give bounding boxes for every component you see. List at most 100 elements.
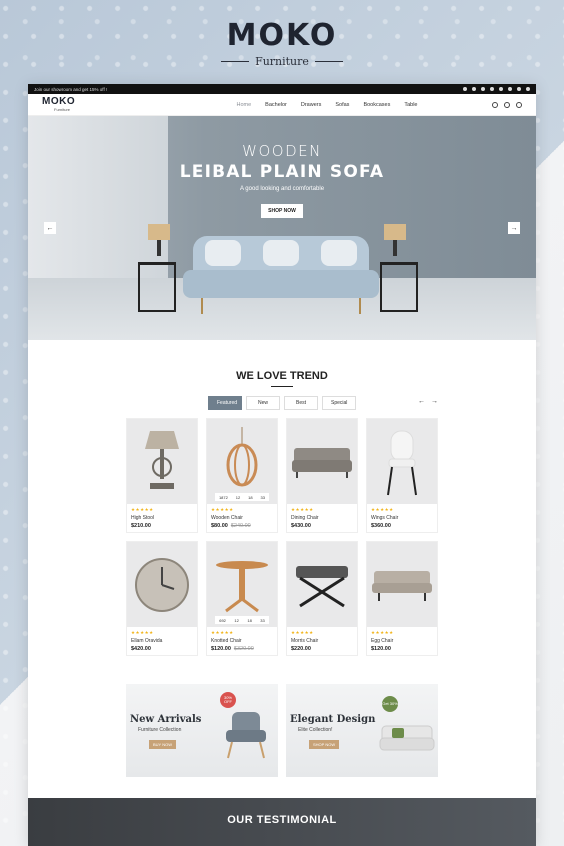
- product-price: $430.00: [291, 523, 353, 529]
- product-price: $80.00 $240.00: [211, 523, 273, 529]
- product-card[interactable]: ★★★★★ Egg Chair $120.00: [366, 541, 438, 656]
- product-name[interactable]: Dining Chair: [291, 515, 353, 521]
- youtube-icon[interactable]: [463, 87, 467, 91]
- product-info: ★★★★★ Wooden Chair $80.00 $240.00: [207, 504, 277, 532]
- rss-icon[interactable]: [526, 87, 530, 91]
- lamp-left: [148, 224, 170, 240]
- twitter-icon[interactable]: [481, 87, 485, 91]
- product-card[interactable]: 692 12 18 33 ★★★★★ Knotted Chair $120.00…: [206, 541, 278, 656]
- product-price: $420.00: [131, 646, 193, 652]
- banner-new-arrivals[interactable]: 30% OFF New Arrivals Furniture Collectio…: [126, 684, 278, 777]
- side-table-left: [138, 262, 176, 312]
- testimonial-section: OUR TESTIMONIAL: [28, 798, 536, 846]
- product-name[interactable]: Wings Chair: [371, 515, 433, 521]
- divider: [314, 61, 343, 62]
- product-info: ★★★★★ Morris Chair $220.00: [287, 627, 357, 655]
- search-icon[interactable]: [492, 101, 498, 108]
- menu-item-home[interactable]: Home: [236, 102, 251, 108]
- product-image-table: 692 12 18 33: [207, 542, 277, 627]
- product-card[interactable]: ★★★★★ Morris Chair $220.00: [286, 541, 358, 656]
- pinterest-icon[interactable]: [490, 87, 494, 91]
- slider-next-icon[interactable]: →: [508, 222, 520, 234]
- carousel-prev-icon[interactable]: ←: [418, 398, 425, 405]
- carousel-next-icon[interactable]: →: [431, 398, 438, 405]
- menu: Home Bachelor Drawers Sofas Bookcases Ta…: [102, 102, 492, 108]
- product-name[interactable]: Morris Chair: [291, 638, 353, 644]
- product-card[interactable]: 1872 12 18 33 ★★★★★ Wooden Chair $80.00 $…: [206, 418, 278, 533]
- tab-new[interactable]: New: [246, 396, 280, 410]
- shop-now-button[interactable]: SHOP NOW: [309, 740, 340, 749]
- hero-subtitle: WOODEN: [242, 142, 322, 160]
- discount-badge: Get 30%: [382, 696, 398, 712]
- rating-stars: ★★★★★: [131, 507, 154, 512]
- product-price: $120.00 $320.00: [211, 646, 273, 652]
- sofa-leg: [359, 298, 361, 314]
- price-current: $430.00: [291, 523, 311, 529]
- product-info: ★★★★★ Wings Chair $360.00: [367, 504, 437, 532]
- side-table-right: [380, 262, 418, 312]
- rating-stars: ★★★★★: [371, 507, 394, 512]
- price-current: $420.00: [131, 646, 151, 652]
- vimeo-icon[interactable]: [517, 87, 521, 91]
- timer-minutes: 18: [247, 617, 252, 623]
- buy-now-button[interactable]: BUY NOW: [149, 740, 177, 749]
- tab-best[interactable]: Best: [284, 396, 318, 410]
- product-name[interactable]: Egg Chair: [371, 638, 433, 644]
- logo-sub: Furniture: [54, 107, 71, 112]
- product-name[interactable]: Knotted Chair: [211, 638, 273, 644]
- header-tools: [492, 101, 522, 108]
- product-grid: ★★★★★ High Stool $210.00 1872 12 18 33 ★…: [28, 418, 536, 656]
- menu-item-bookcases[interactable]: Bookcases: [363, 102, 390, 108]
- product-card[interactable]: ★★★★★ Wings Chair $360.00: [366, 418, 438, 533]
- pillow: [321, 240, 357, 266]
- trend-tabs: Featured New Best Special ← →: [28, 396, 536, 410]
- hero-slider: WOODEN LEIBAL PLAIN SOFA A good looking …: [28, 116, 536, 340]
- carousel-arrows: ← →: [418, 398, 438, 405]
- product-card[interactable]: ★★★★★ Ellam Oravida $420.00: [126, 541, 198, 656]
- hero-title: LEIBAL PLAIN SOFA: [179, 162, 385, 182]
- top-bar: Join our showroom and get 15% off !: [28, 84, 536, 94]
- promo-text: Join our showroom and get 15% off !: [34, 86, 108, 92]
- tab-featured[interactable]: Featured: [208, 396, 242, 410]
- countdown-timer: 692 12 18 33: [215, 616, 269, 624]
- rating-stars: ★★★★★: [371, 630, 394, 635]
- price-current: $220.00: [291, 646, 311, 652]
- timer-hours: 12: [235, 494, 241, 500]
- armchair-image: [226, 712, 266, 759]
- facebook-icon[interactable]: [472, 87, 476, 91]
- user-icon[interactable]: [504, 101, 510, 108]
- shop-now-button[interactable]: SHOP NOW: [261, 204, 303, 218]
- menu-item-drawers[interactable]: Drawers: [301, 102, 321, 108]
- product-price: $210.00: [131, 523, 193, 529]
- brand-header: MOKO Furniture: [0, 18, 564, 68]
- product-image-chair: [367, 419, 437, 504]
- price-current: $210.00: [131, 523, 151, 529]
- title-underline: [271, 386, 293, 387]
- product-name[interactable]: Ellam Oravida: [131, 638, 193, 644]
- slider-prev-icon[interactable]: ←: [44, 222, 56, 234]
- menu-item-bachelor[interactable]: Bachelor: [265, 102, 287, 108]
- banner-elegant-design[interactable]: Get 30% Elegant Design Elite Collection!…: [286, 684, 438, 777]
- tab-special[interactable]: Special: [322, 396, 356, 410]
- banner-title: Elegant Design: [290, 714, 376, 725]
- brand-subtitle: Furniture: [255, 55, 309, 68]
- product-name[interactable]: Wooden Chair: [211, 515, 273, 521]
- product-name[interactable]: High Stool: [131, 515, 193, 521]
- cart-icon[interactable]: [516, 101, 522, 108]
- product-card[interactable]: ★★★★★ Dining Chair $430.00: [286, 418, 358, 533]
- hero-text: WOODEN LEIBAL PLAIN SOFA A good looking …: [28, 142, 536, 218]
- product-card[interactable]: ★★★★★ High Stool $210.00: [126, 418, 198, 533]
- menu-item-sofas[interactable]: Sofas: [335, 102, 349, 108]
- price-current: $80.00: [211, 523, 228, 529]
- lamp-right: [384, 224, 406, 240]
- product-info: ★★★★★ Dining Chair $430.00: [287, 504, 357, 532]
- site-logo[interactable]: MOKO Furniture: [42, 96, 102, 113]
- google-plus-icon[interactable]: [499, 87, 503, 91]
- price-current: $360.00: [371, 523, 391, 529]
- rating-stars: ★★★★★: [211, 630, 234, 635]
- sofa-seat: [183, 270, 379, 298]
- instagram-icon[interactable]: [508, 87, 512, 91]
- testimonial-title: OUR TESTIMONIAL: [227, 814, 337, 826]
- menu-item-table[interactable]: Table: [404, 102, 417, 108]
- logo-name: MOKO: [42, 96, 76, 107]
